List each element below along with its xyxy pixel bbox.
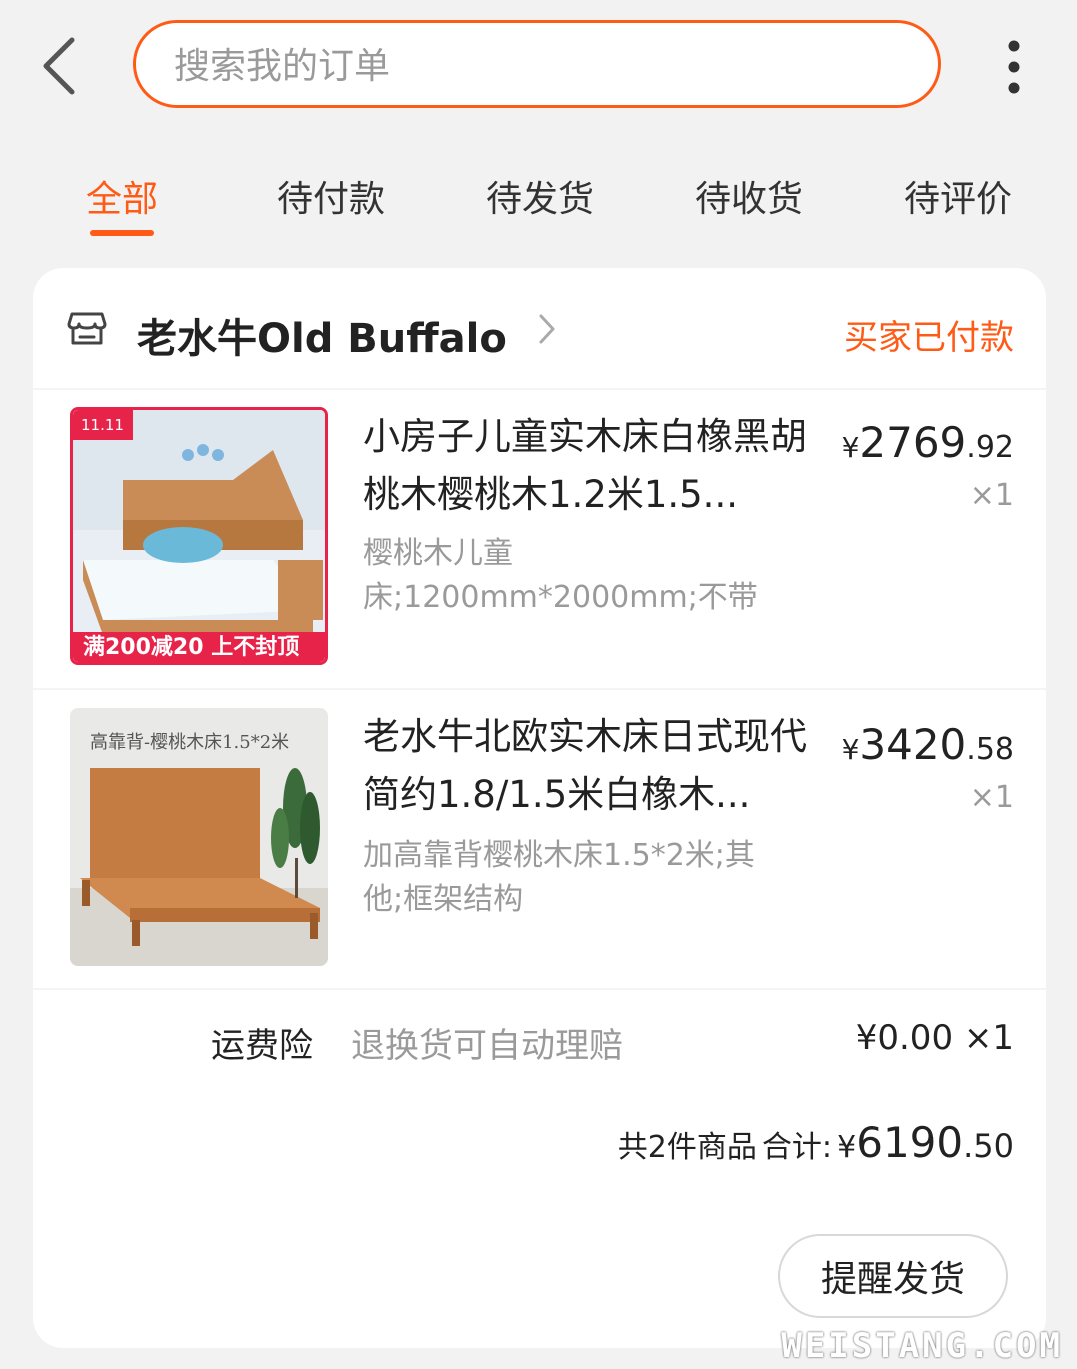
divider [33, 388, 1046, 390]
total-int: 6190 [856, 1118, 964, 1167]
chevron-right-icon[interactable] [537, 312, 557, 346]
tab-all[interactable]: 全部 [42, 170, 202, 222]
svg-text:高靠背-樱桃木床1.5*2米: 高靠背-樱桃木床1.5*2米 [90, 732, 289, 753]
product-spec: 樱桃木儿童床;1200mm*2000mm;不带 [363, 536, 758, 615]
total-label: 合计: [761, 1130, 833, 1165]
product-title[interactable]: 小房子儿童实木床白橡黑胡桃木樱桃木1.2米1.5... [363, 408, 813, 524]
order-card: 老水牛Old Buffalo 买家已付款 11.11 满200减20 上不封顶 … [33, 268, 1046, 1348]
tab-pending-receipt[interactable]: 待收货 [669, 170, 829, 222]
order-status: 买家已付款 [844, 318, 1014, 358]
shipping-insurance-desc: 退换货可自动理赔 [351, 1026, 623, 1066]
product-quantity: ×1 [969, 478, 1014, 513]
store-icon [67, 312, 107, 345]
product-image[interactable]: 高靠背-樱桃木床1.5*2米 [70, 708, 328, 966]
shipping-insurance-price: ¥0.00 ×1 [855, 1018, 1014, 1058]
active-tab-indicator [90, 230, 154, 236]
product-image[interactable]: 11.11 满200减20 上不封顶 [70, 407, 328, 665]
product-quantity: ×1 [969, 780, 1014, 815]
svg-text:满200减20 上不封顶: 满200减20 上不封顶 [83, 634, 299, 660]
remind-shipment-button[interactable]: 提醒发货 [778, 1234, 1008, 1318]
tab-pending-review[interactable]: 待评价 [878, 170, 1038, 222]
svg-text:11.11: 11.11 [81, 416, 124, 434]
divider [33, 988, 1046, 990]
product-price: ¥3420.58 [841, 720, 1014, 769]
chevron-left-icon[interactable] [36, 36, 86, 96]
bed-image: 11.11 满200减20 上不封顶 [73, 410, 325, 662]
vertical-dots-icon[interactable] [996, 38, 1032, 98]
watermark: WEISTANG.COM [781, 1326, 1063, 1366]
total-dec: .50 [963, 1127, 1014, 1165]
product-spec: 加高靠背樱桃木床1.5*2米;其他;框架结构 [363, 838, 755, 917]
search-input[interactable] [172, 41, 896, 91]
shipping-insurance-label: 运费险 [211, 1026, 313, 1066]
bed-image: 高靠背-樱桃木床1.5*2米 [70, 708, 328, 966]
shop-name[interactable]: 老水牛Old Buffalo [137, 306, 507, 364]
tab-pending-shipment[interactable]: 待发货 [460, 170, 620, 222]
item-count: 共2件商品 [617, 1130, 757, 1165]
top-bar [0, 0, 1077, 135]
divider [33, 688, 1046, 690]
order-total: 共2件商品 合计: ¥6190.50 [617, 1118, 1014, 1167]
order-tabs: 全部 待付款 待发货 待收货 待评价 [0, 160, 1077, 240]
tab-pending-payment[interactable]: 待付款 [251, 170, 411, 222]
search-box[interactable] [133, 20, 941, 108]
product-title[interactable]: 老水牛北欧实木床日式现代简约1.8/1.5米白橡木... [363, 708, 813, 824]
product-price: ¥2769.92 [841, 418, 1014, 467]
